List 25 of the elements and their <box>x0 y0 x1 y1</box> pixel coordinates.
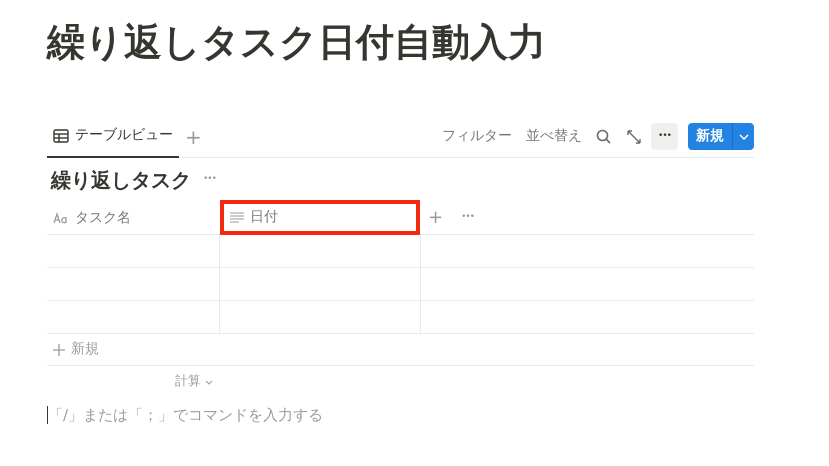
add-column-button[interactable]: + <box>428 202 444 234</box>
view-tab[interactable]: テーブルビュー <box>47 116 179 158</box>
chevron-down-icon <box>205 380 213 384</box>
chevron-down-icon[interactable] <box>738 134 748 140</box>
plus-icon <box>53 344 65 356</box>
more-button[interactable]: ••• <box>651 123 678 150</box>
calculate-button[interactable]: 計算 <box>175 372 213 392</box>
add-view-button[interactable]: + <box>185 126 202 146</box>
command-placeholder[interactable]: 「/」または「；」でコマンドを入力する <box>48 404 324 426</box>
database-title: 繰り返しタスク <box>51 167 191 194</box>
column-header[interactable]: タスク名 <box>47 202 220 234</box>
search-icon[interactable] <box>596 129 611 144</box>
column-more-button[interactable]: ••• <box>461 202 474 234</box>
sort-button[interactable]: 並べ替え <box>522 126 586 147</box>
table-icon <box>53 128 69 142</box>
page-title: 繰り返しタスク日付自動入力 <box>47 19 547 66</box>
database-more-button[interactable]: ••• <box>203 173 216 187</box>
column-header[interactable]: 日付 <box>220 200 420 235</box>
filter-button[interactable]: フィルター <box>438 126 516 147</box>
lines-icon <box>230 212 244 223</box>
expand-icon[interactable] <box>627 130 641 144</box>
new-row-button[interactable]: 新規 <box>47 334 754 366</box>
text-type-icon <box>53 212 69 224</box>
new-button[interactable]: 新規 <box>688 123 754 150</box>
text-cursor <box>47 406 48 424</box>
